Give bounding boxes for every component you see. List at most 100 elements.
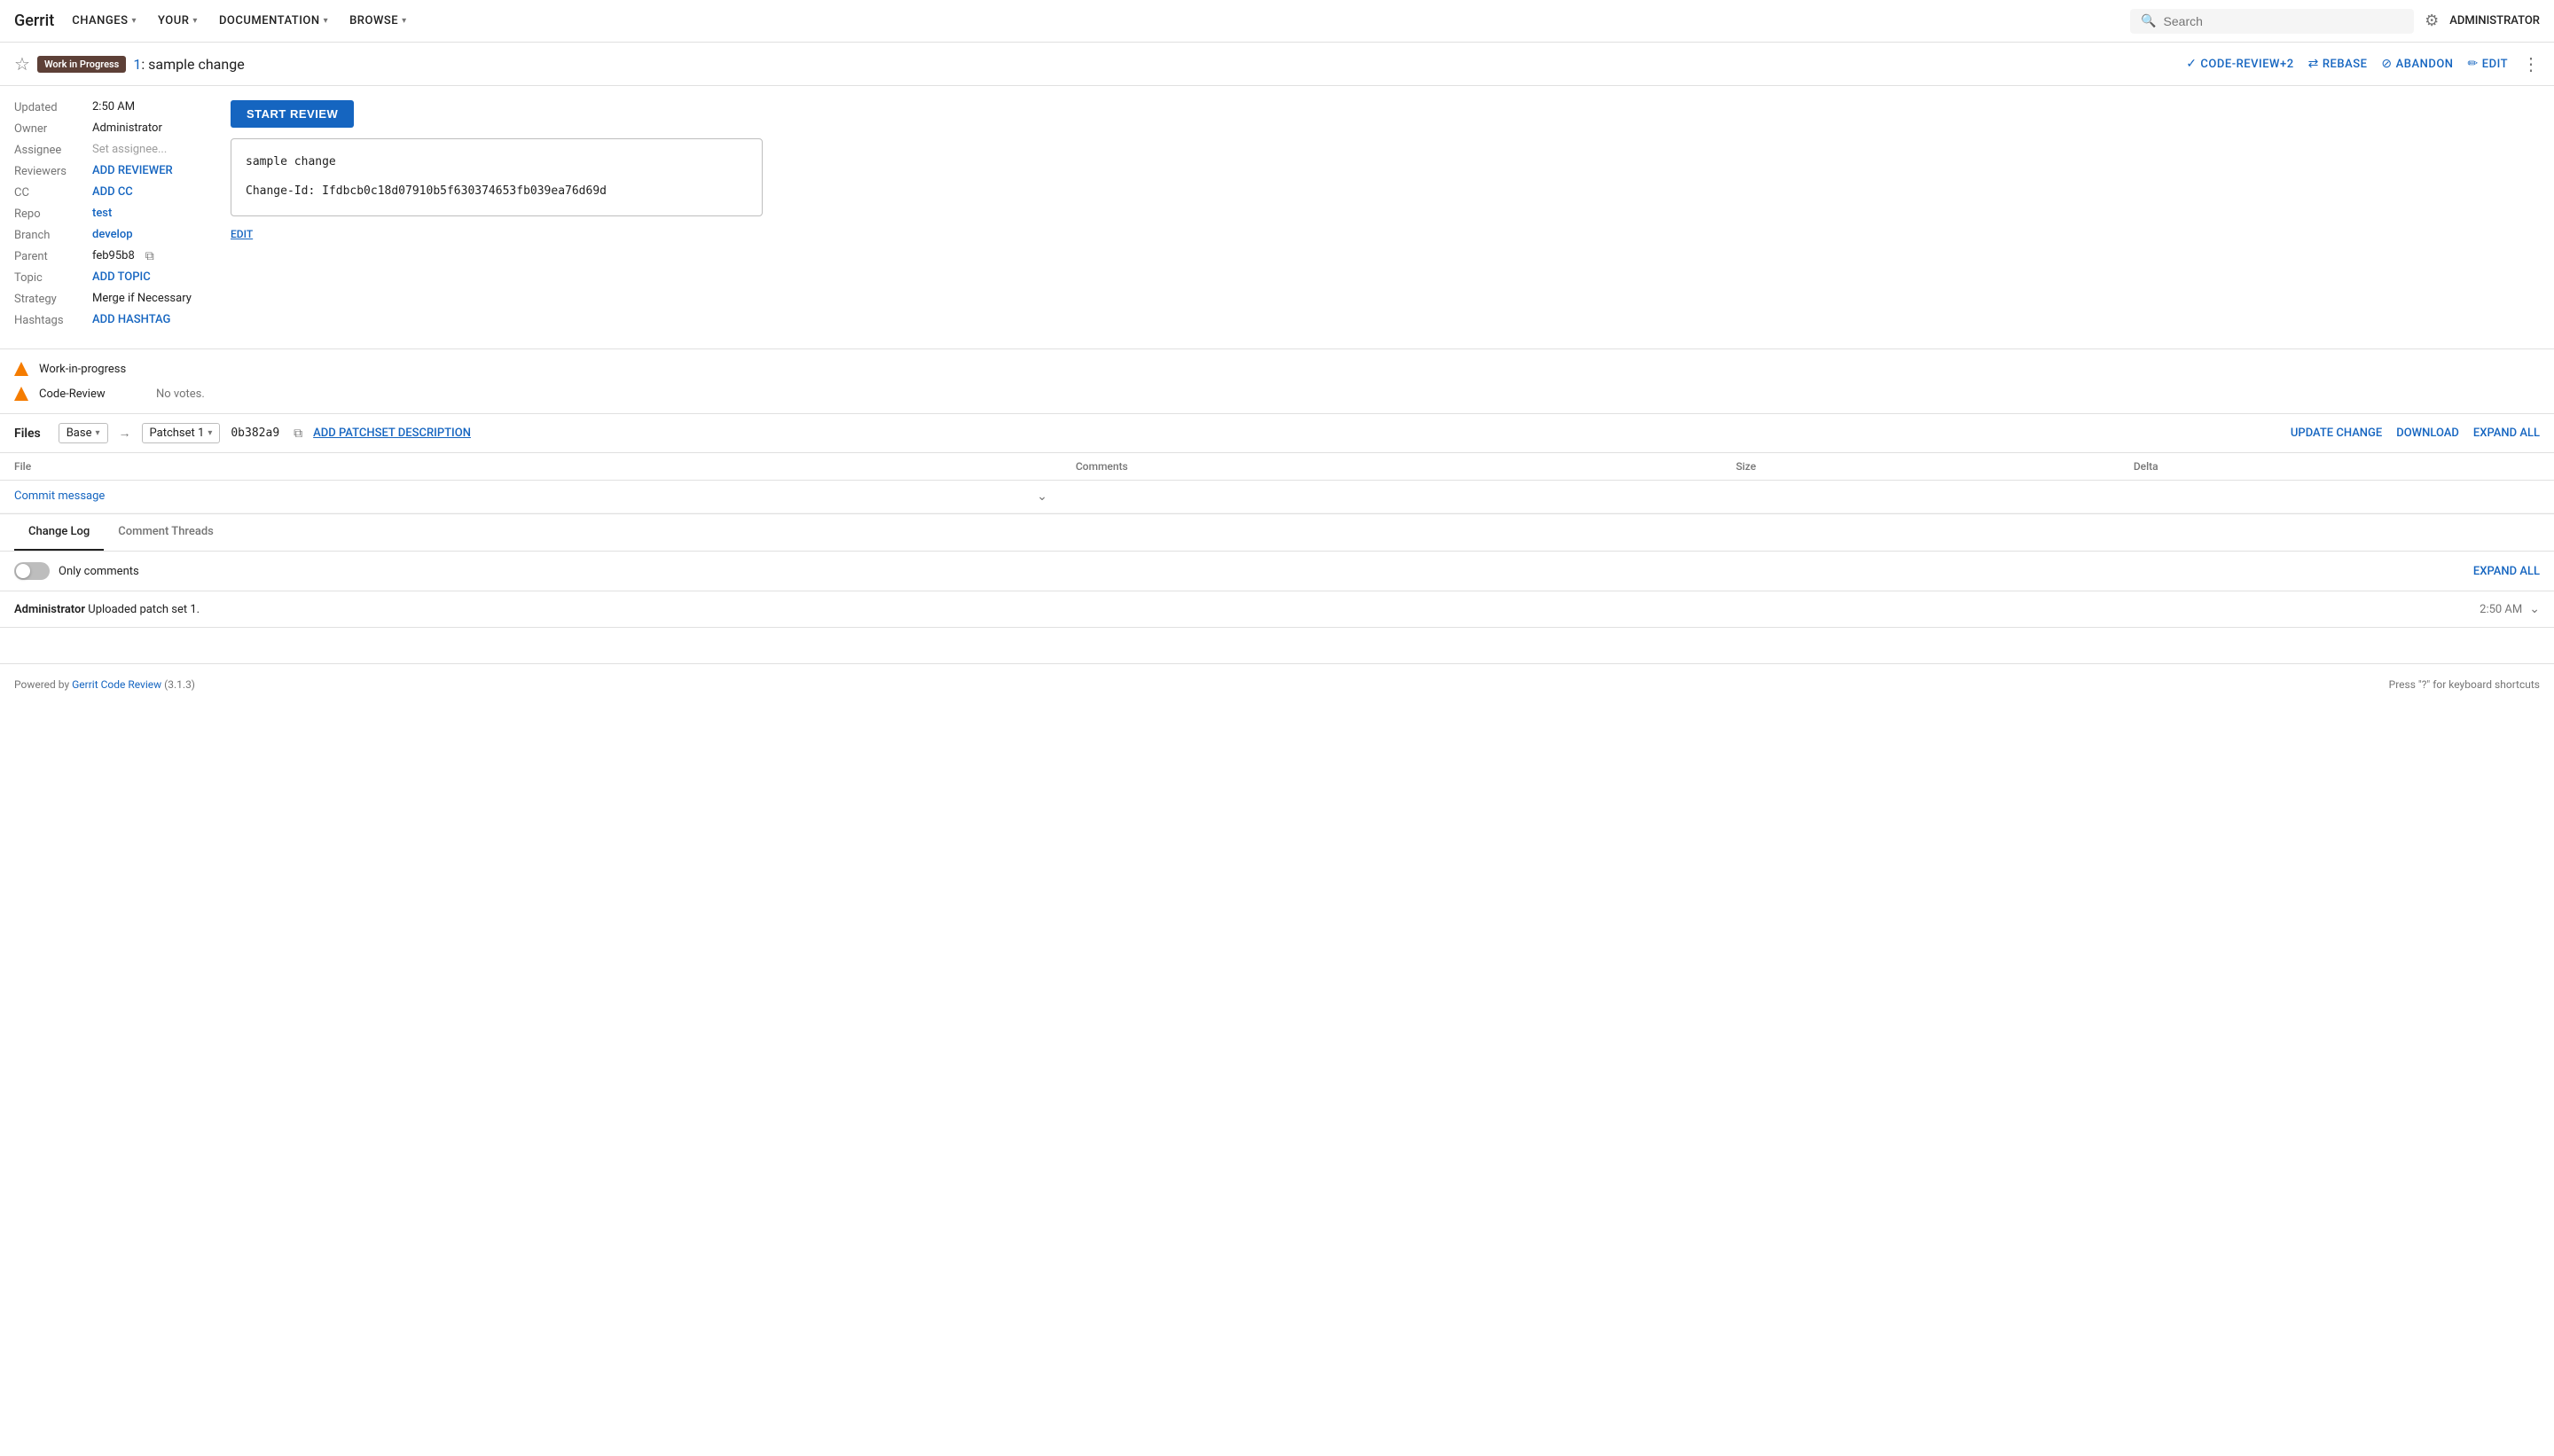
comments-column-header: Comments xyxy=(1062,453,1721,481)
brand-logo: Gerrit xyxy=(14,12,54,30)
meta-cc: CC ADD CC xyxy=(14,185,209,200)
nav-item-browse[interactable]: BROWSE ▾ xyxy=(339,0,418,42)
expand-icon[interactable]: ⌄ xyxy=(1037,489,1047,504)
delta-column-header: Delta xyxy=(2119,453,2554,481)
nav-item-changes[interactable]: CHANGES ▾ xyxy=(61,0,147,42)
download-button[interactable]: DOWNLOAD xyxy=(2396,427,2459,440)
description-box: sample change Change-Id: Ifdbcb0c18d0791… xyxy=(231,138,763,216)
meta-table: Updated 2:50 AM Owner Administrator Assi… xyxy=(14,100,209,334)
meta-parent: Parent feb95b8 ⧉ xyxy=(14,249,209,263)
footer: Powered by Gerrit Code Review (3.1.3) Pr… xyxy=(0,663,2554,705)
files-header: Files Base ▾ → Patchset 1 ▾ 0b382a9 ⧉ AD… xyxy=(0,414,2554,453)
tab-comment-threads[interactable]: Comment Threads xyxy=(104,514,228,551)
log-time: 2:50 AM xyxy=(2480,603,2522,616)
edit-icon: ✏ xyxy=(2468,57,2479,71)
meta-owner: Owner Administrator xyxy=(14,121,209,136)
commit-message-line3: Change-Id: Ifdbcb0c18d07910b5f630374653f… xyxy=(246,183,748,201)
code-review-button[interactable]: ✓ CODE-REVIEW+2 xyxy=(2186,57,2293,71)
only-comments-toggle[interactable] xyxy=(14,562,50,580)
top-nav: Gerrit CHANGES ▾ YOUR ▾ DOCUMENTATION ▾ … xyxy=(0,0,2554,43)
patchset-selector[interactable]: Patchset 1 ▾ xyxy=(142,423,221,443)
commit-hash: 0b382a9 xyxy=(231,427,279,440)
chevron-down-icon: ▾ xyxy=(402,16,407,26)
add-topic-link[interactable]: ADD TOPIC xyxy=(92,270,151,284)
files-table: File Comments Size Delta Commit message … xyxy=(0,453,2554,513)
change-header: ☆ Work in Progress 1: sample change ✓ CO… xyxy=(0,43,2554,86)
wip-label-icon xyxy=(14,362,28,376)
arrow-right-icon: → xyxy=(119,426,131,441)
search-icon: 🔍 xyxy=(2141,14,2156,28)
meta-branch: Branch develop xyxy=(14,228,209,242)
header-actions: ✓ CODE-REVIEW+2 ⇄ REBASE ⊘ ABANDON ✏ EDI… xyxy=(2186,53,2540,74)
log-expand-icon[interactable]: ⌄ xyxy=(2529,602,2540,616)
more-actions-button[interactable]: ⋮ xyxy=(2522,53,2540,74)
add-patchset-description-link[interactable]: ADD PATCHSET DESCRIPTION xyxy=(313,427,471,440)
commit-copy-icon[interactable]: ⧉ xyxy=(294,427,302,441)
labels-section: Work-in-progress Code-Review No votes. xyxy=(0,348,2554,414)
commit-message-spacer xyxy=(246,172,748,183)
file-size xyxy=(1721,481,2119,513)
nav-item-your[interactable]: YOUR ▾ xyxy=(147,0,208,42)
chevron-down-icon: ▾ xyxy=(324,16,329,26)
nav-item-documentation[interactable]: DOCUMENTATION ▾ xyxy=(208,0,339,42)
chevron-down-icon: ▾ xyxy=(95,428,99,438)
nav-right: ⚙ ADMINISTRATOR xyxy=(2425,12,2540,30)
rebase-button[interactable]: ⇄ REBASE xyxy=(2308,57,2368,71)
log-entry: Administrator Uploaded patch set 1. 2:50… xyxy=(0,591,2554,628)
chevron-down-icon: ▾ xyxy=(192,16,198,26)
copy-icon[interactable]: ⧉ xyxy=(145,249,154,263)
toggle-knob xyxy=(16,564,30,578)
label-code-review: Code-Review No votes. xyxy=(14,381,2540,406)
expand-all-files-button[interactable]: EXPAND ALL xyxy=(2473,427,2540,440)
only-comments-row: Only comments EXPAND ALL xyxy=(14,562,2540,580)
commit-message-link[interactable]: Commit message xyxy=(14,489,105,503)
check-icon: ✓ xyxy=(2186,57,2197,71)
size-column-header: Size xyxy=(1721,453,2119,481)
meta-repo: Repo test xyxy=(14,207,209,221)
meta-strategy: Strategy Merge if Necessary xyxy=(14,292,209,306)
meta-topic: Topic ADD TOPIC xyxy=(14,270,209,285)
log-user: Administrator xyxy=(14,603,85,616)
file-column-header: File xyxy=(0,453,1062,481)
add-hashtag-link[interactable]: ADD HASHTAG xyxy=(92,313,170,326)
start-review-button[interactable]: START REVIEW xyxy=(231,100,354,128)
main-content: Updated 2:50 AM Owner Administrator Assi… xyxy=(0,86,2554,348)
code-review-label-icon xyxy=(14,387,28,401)
nav-menu: CHANGES ▾ YOUR ▾ DOCUMENTATION ▾ BROWSE … xyxy=(61,0,417,42)
tab-change-log[interactable]: Change Log xyxy=(14,514,104,551)
only-comments-label: Only comments xyxy=(59,565,139,578)
table-row: Commit message ⌄ xyxy=(0,481,2554,513)
meta-assignee: Assignee Set assignee... xyxy=(14,143,209,157)
files-title: Files xyxy=(14,427,41,441)
label-wip: Work-in-progress xyxy=(14,356,2540,381)
repo-link[interactable]: test xyxy=(92,207,112,220)
update-change-button[interactable]: UPDATE CHANGE xyxy=(2291,427,2382,440)
branch-link[interactable]: develop xyxy=(92,228,133,241)
change-log-tabs: Change Log Comment Threads xyxy=(0,514,2554,552)
powered-by: Powered by Gerrit Code Review (3.1.3) xyxy=(14,678,195,691)
add-reviewer-link[interactable]: ADD REVIEWER xyxy=(92,164,173,177)
edit-button[interactable]: ✏ EDIT xyxy=(2468,57,2509,71)
gear-icon[interactable]: ⚙ xyxy=(2425,12,2439,30)
meta-hashtags: Hashtags ADD HASHTAG xyxy=(14,313,209,327)
change-number-link[interactable]: 1 xyxy=(133,56,141,73)
expand-all-log-button[interactable]: EXPAND ALL xyxy=(2473,565,2540,578)
keyboard-hint: Press "?" for keyboard shortcuts xyxy=(2389,678,2540,691)
log-entry-text: Administrator Uploaded patch set 1. xyxy=(14,603,2480,616)
chevron-down-icon: ▾ xyxy=(208,428,212,438)
change-title-text: sample change xyxy=(148,56,245,73)
description-area: START REVIEW sample change Change-Id: If… xyxy=(231,100,2540,334)
abandon-button[interactable]: ⊘ ABANDON xyxy=(2381,57,2453,71)
file-delta xyxy=(2119,481,2554,513)
rebase-icon: ⇄ xyxy=(2308,57,2319,71)
description-edit-link[interactable]: EDIT xyxy=(231,228,253,240)
meta-reviewers: Reviewers ADD REVIEWER xyxy=(14,164,209,178)
file-comments xyxy=(1062,481,1721,513)
gerrit-link[interactable]: Gerrit Code Review xyxy=(72,678,161,691)
comments-area: Only comments EXPAND ALL xyxy=(0,552,2554,591)
change-title: 1: sample change xyxy=(133,56,244,73)
star-icon[interactable]: ☆ xyxy=(14,53,30,74)
search-input[interactable] xyxy=(2164,14,2404,28)
add-cc-link[interactable]: ADD CC xyxy=(92,185,133,199)
base-selector[interactable]: Base ▾ xyxy=(59,423,108,443)
